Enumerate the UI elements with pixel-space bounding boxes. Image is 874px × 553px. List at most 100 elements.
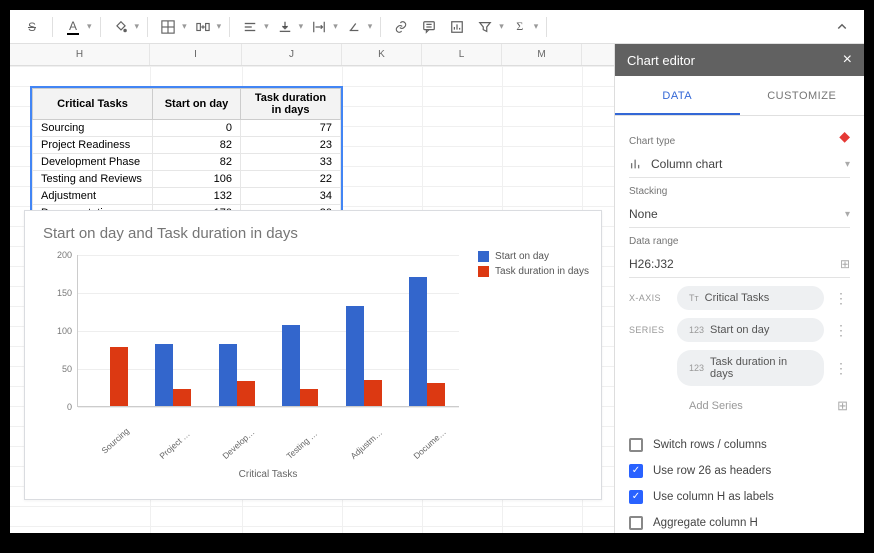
chart-bar — [300, 389, 318, 406]
close-button[interactable]: × — [843, 51, 852, 69]
table-cell[interactable]: Development Phase — [33, 154, 153, 171]
text-rotation-button[interactable] — [342, 15, 366, 39]
dropdown-icon[interactable]: ▾ — [182, 21, 187, 32]
use-row-headers-checkbox[interactable]: Use row 26 as headers — [629, 458, 850, 484]
data-range-label: Data range — [629, 236, 850, 247]
switch-rows-columns-checkbox[interactable]: Switch rows / columns — [629, 432, 850, 458]
grid-select-icon[interactable]: ⊞ — [840, 257, 850, 271]
table-cell[interactable]: 82 — [153, 137, 241, 154]
strikethrough-button[interactable]: S — [20, 15, 44, 39]
table-cell[interactable]: Project Readiness — [33, 137, 153, 154]
table-header: Task duration in days — [241, 89, 341, 120]
tab-customize[interactable]: CUSTOMIZE — [740, 76, 865, 115]
table-cell[interactable]: 22 — [241, 171, 341, 188]
more-icon[interactable]: ⋮ — [832, 360, 850, 377]
column-chart-icon — [629, 157, 643, 171]
h-align-button[interactable] — [238, 15, 262, 39]
sidebar-header: Chart editor × — [615, 44, 864, 76]
merge-cells-button[interactable] — [191, 15, 215, 39]
functions-button[interactable]: Σ — [508, 15, 532, 39]
table-cell[interactable]: Testing and Reviews — [33, 171, 153, 188]
dropdown-icon: ▾ — [845, 209, 850, 220]
dropdown-icon[interactable]: ▾ — [333, 21, 338, 32]
insert-comment-button[interactable] — [417, 15, 441, 39]
chart-bar — [219, 344, 237, 406]
table-header: Start on day — [153, 89, 241, 120]
x-tick-label: Sourcing — [93, 411, 147, 461]
column-header[interactable]: I — [150, 44, 242, 65]
spreadsheet-area[interactable]: H I J K L M — [10, 44, 614, 533]
dropdown-icon[interactable]: ▾ — [135, 21, 140, 32]
fill-color-button[interactable] — [109, 15, 133, 39]
dropdown-icon[interactable]: ▾ — [299, 21, 304, 32]
chart-type-select[interactable]: Column chart ▾ — [629, 151, 850, 178]
table-cell[interactable]: 23 — [241, 137, 341, 154]
dropdown-icon[interactable]: ▾ — [87, 21, 92, 32]
chart-bar — [346, 306, 364, 406]
cell-grid[interactable]: Critical Tasks Start on day Task duratio… — [10, 66, 614, 533]
insert-link-button[interactable] — [389, 15, 413, 39]
v-align-button[interactable] — [273, 15, 297, 39]
selected-range[interactable]: Critical Tasks Start on day Task duratio… — [30, 86, 343, 224]
tab-data[interactable]: DATA — [615, 76, 740, 115]
series-chip[interactable]: 123 Task duration in days — [677, 350, 824, 386]
x-tick-label: Development P... — [221, 411, 275, 461]
use-column-labels-checkbox[interactable]: Use column H as labels — [629, 484, 850, 510]
x-tick-label: Testing and Re... — [284, 411, 338, 461]
pin-icon[interactable]: ◆ — [839, 128, 850, 145]
data-range-input[interactable]: H26:J32 ⊞ — [629, 251, 850, 278]
checkbox-icon — [629, 516, 643, 530]
column-header[interactable]: K — [342, 44, 422, 65]
embedded-chart[interactable]: Start on day and Task duration in days S… — [24, 210, 602, 500]
table-cell[interactable]: 33 — [241, 154, 341, 171]
chart-title: Start on day and Task duration in days — [25, 211, 601, 242]
chart-bar — [173, 389, 191, 406]
x-axis-label: Critical Tasks — [77, 469, 459, 480]
table-cell[interactable]: 132 — [153, 188, 241, 205]
chart-plot: 050100150200 — [77, 255, 459, 407]
checkbox-icon — [629, 438, 643, 452]
grid-select-icon[interactable]: ⊞ — [835, 398, 850, 414]
chart-bar — [364, 380, 382, 406]
chart-bar — [427, 383, 445, 406]
column-header[interactable]: H — [10, 44, 150, 65]
x-tick-label: Project Readin... — [157, 411, 211, 461]
dropdown-icon[interactable]: ▾ — [264, 21, 269, 32]
dropdown-icon[interactable]: ▾ — [368, 21, 373, 32]
table-cell[interactable]: Sourcing — [33, 120, 153, 137]
table-cell[interactable]: Adjustment — [33, 188, 153, 205]
column-header[interactable]: J — [242, 44, 342, 65]
chart-bar — [409, 277, 427, 406]
add-series-button[interactable]: Add Series — [677, 394, 827, 418]
table-cell[interactable]: 0 — [153, 120, 241, 137]
table-cell[interactable]: 77 — [241, 120, 341, 137]
chart-editor-sidebar: Chart editor × DATA CUSTOMIZE Chart type… — [614, 44, 864, 533]
dropdown-icon[interactable]: ▾ — [499, 21, 504, 32]
table-cell[interactable]: 34 — [241, 188, 341, 205]
chart-type-label: Chart type — [629, 136, 839, 147]
sidebar-title: Chart editor — [627, 53, 695, 68]
column-header[interactable]: L — [422, 44, 502, 65]
dropdown-icon[interactable]: ▾ — [534, 21, 539, 32]
aggregate-column-checkbox[interactable]: Aggregate column H — [629, 510, 850, 533]
chart-bar — [237, 381, 255, 406]
borders-button[interactable] — [156, 15, 180, 39]
x-tick-label: Documentation — [412, 411, 466, 461]
table-cell[interactable]: 82 — [153, 154, 241, 171]
more-icon[interactable]: ⋮ — [832, 290, 850, 307]
text-color-button[interactable]: A — [61, 15, 85, 39]
table-header: Critical Tasks — [33, 89, 153, 120]
filter-button[interactable] — [473, 15, 497, 39]
dropdown-icon[interactable]: ▾ — [217, 21, 222, 32]
x-axis-chip[interactable]: Tт Critical Tasks — [677, 286, 824, 310]
insert-chart-button[interactable] — [445, 15, 469, 39]
series-chip[interactable]: 123 Start on day — [677, 318, 824, 342]
more-icon[interactable]: ⋮ — [832, 322, 850, 339]
text-wrap-button[interactable] — [307, 15, 331, 39]
collapse-toolbar-button[interactable] — [830, 15, 854, 39]
table-cell[interactable]: 106 — [153, 171, 241, 188]
stacking-label: Stacking — [629, 186, 850, 197]
column-header[interactable]: M — [502, 44, 582, 65]
chart-bar — [155, 344, 173, 406]
stacking-select[interactable]: None ▾ — [629, 201, 850, 228]
